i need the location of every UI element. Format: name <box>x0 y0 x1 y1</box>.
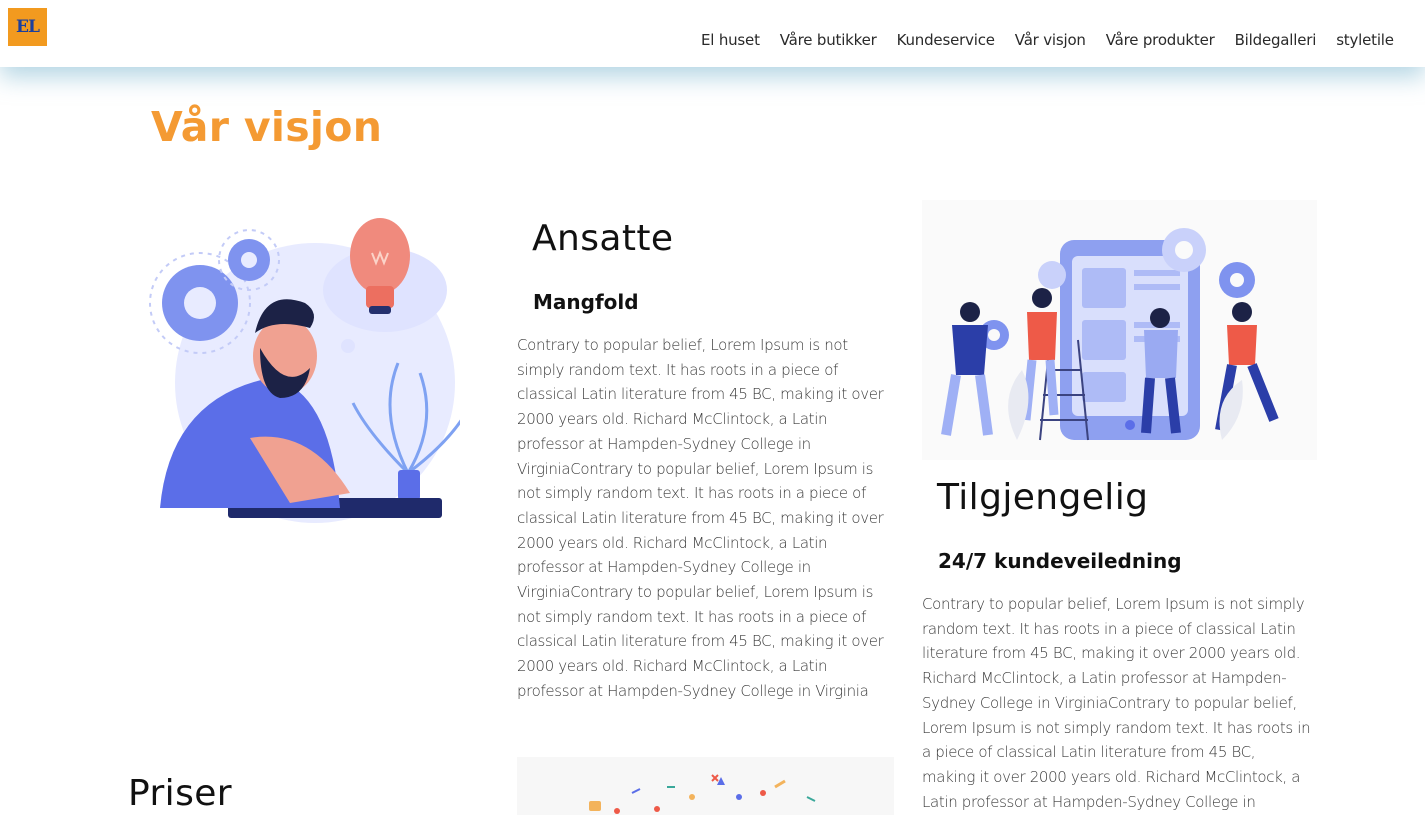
section-text-ansatte: Contrary to popular belief, Lorem Ipsum … <box>517 336 884 700</box>
top-navbar: EL El huset Våre butikker Kundeservice V… <box>0 0 1425 67</box>
logo[interactable]: EL <box>8 8 47 46</box>
bottom-illustration-svg <box>517 757 894 815</box>
nav-link-kundeservice[interactable]: Kundeservice <box>897 31 995 49</box>
nav-link-el-huset[interactable]: El huset <box>701 31 760 49</box>
logo-text: EL <box>16 17 40 37</box>
bottom-illustration <box>517 757 894 815</box>
main-nav: El huset Våre butikker Kundeservice Vår … <box>701 31 1414 49</box>
thinking-man-illustration <box>140 208 468 528</box>
nav-link-var-visjon[interactable]: Vår visjon <box>1015 31 1086 49</box>
nav-link-bildegalleri[interactable]: Bildegalleri <box>1235 31 1317 49</box>
section-text-tilgjengelig: Contrary to popular belief, Lorem Ipsum … <box>922 595 1311 811</box>
section-title-priser: Priser <box>128 773 232 814</box>
team-app-illustration <box>922 200 1317 460</box>
section-subtitle-kundeveiledning: 24/7 kundeveiledning <box>938 549 1182 573</box>
section-title-ansatte: Ansatte <box>532 218 674 259</box>
team-app-svg <box>922 200 1317 460</box>
thinking-man-svg <box>149 218 468 523</box>
section-title-tilgjengelig: Tilgjengelig <box>937 477 1149 518</box>
page-title: Vår visjon <box>151 103 383 151</box>
nav-link-vare-produkter[interactable]: Våre produkter <box>1106 31 1215 49</box>
nav-link-vare-butikker[interactable]: Våre butikker <box>780 31 877 49</box>
nav-link-styletile[interactable]: styletile <box>1336 31 1394 49</box>
section-subtitle-mangfold: Mangfold <box>533 290 639 314</box>
